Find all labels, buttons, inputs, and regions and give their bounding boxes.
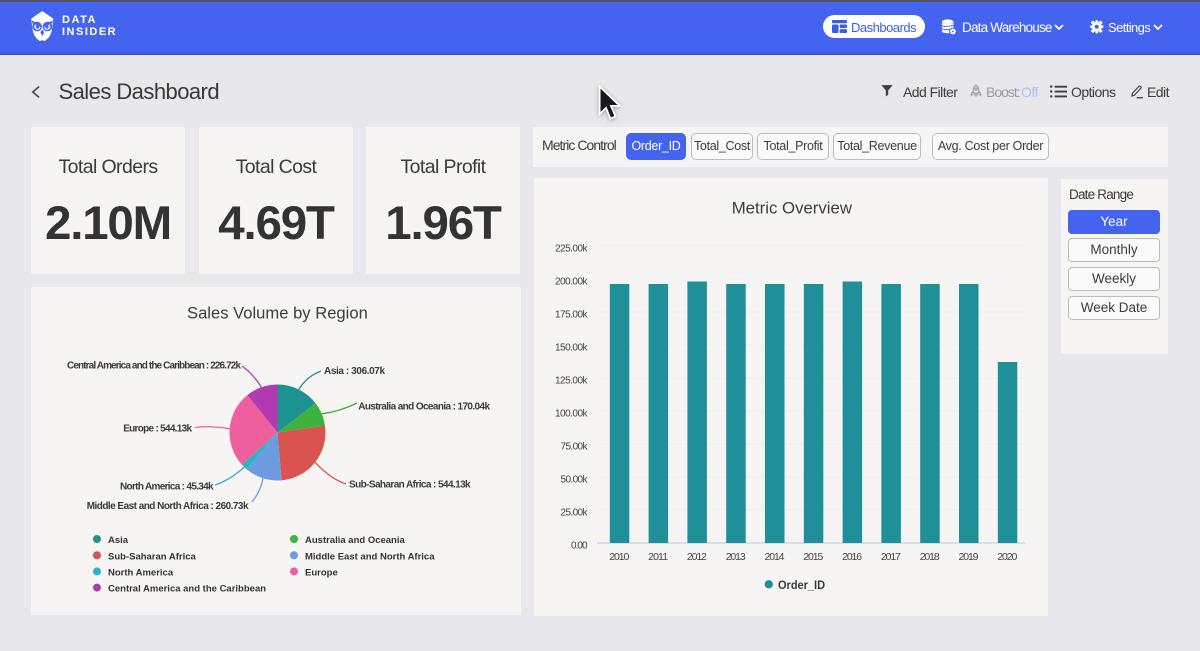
svg-text:2018: 2018	[920, 551, 940, 563]
svg-text:Asia : 306.07k: Asia : 306.07k	[324, 366, 385, 377]
svg-text:2010: 2010	[609, 551, 629, 563]
svg-text:North America: North America	[108, 567, 174, 578]
svg-text:Middle East and North Africa: Middle East and North Africa	[305, 551, 435, 562]
svg-text:Sub-Saharan Africa : 544.13k: Sub-Saharan Africa : 544.13k	[349, 480, 471, 491]
svg-text:Central America and the Caribb: Central America and the Caribbean : 226.…	[67, 361, 241, 372]
svg-text:2013: 2013	[726, 551, 746, 563]
svg-text:2015: 2015	[803, 551, 823, 563]
svg-text:175.00k: 175.00k	[555, 310, 589, 321]
svg-text:Europe : 544.13k: Europe : 544.13k	[123, 424, 192, 435]
svg-text:75.00k: 75.00k	[561, 442, 589, 453]
svg-text:Sub-Saharan Africa: Sub-Saharan Africa	[108, 551, 197, 562]
svg-text:100.00k: 100.00k	[555, 409, 589, 420]
svg-text:150.00k: 150.00k	[555, 343, 589, 354]
svg-text:0.00: 0.00	[571, 541, 588, 552]
svg-text:Asia: Asia	[108, 535, 129, 546]
svg-text:2016: 2016	[842, 551, 862, 563]
svg-text:125.00k: 125.00k	[555, 376, 589, 387]
svg-text:2012: 2012	[687, 551, 707, 563]
svg-text:2020: 2020	[997, 551, 1017, 563]
svg-text:25.00k: 25.00k	[561, 508, 589, 519]
svg-text:2019: 2019	[959, 551, 979, 563]
svg-text:Sales Volume by Region: Sales Volume by Region	[187, 304, 368, 323]
svg-text:2011: 2011	[648, 551, 668, 563]
svg-text:Middle East and North Africa :: Middle East and North Africa : 260.73k	[87, 501, 249, 512]
svg-text:Europe: Europe	[305, 567, 338, 578]
svg-text:Central America and the Caribb: Central America and the Caribbean	[108, 584, 266, 595]
svg-text:North America : 45.34k: North America : 45.34k	[120, 482, 214, 493]
svg-text:Metric Overview: Metric Overview	[732, 199, 853, 218]
svg-text:50.00k: 50.00k	[561, 475, 589, 486]
svg-text:200.00k: 200.00k	[555, 277, 589, 288]
svg-text:2014: 2014	[765, 551, 785, 563]
svg-text:2017: 2017	[881, 551, 901, 563]
svg-text:Australia and Oceania : 170.04: Australia and Oceania : 170.04k	[358, 402, 490, 413]
svg-text:Australia and Oceania: Australia and Oceania	[305, 535, 406, 546]
svg-text:225.00k: 225.00k	[555, 244, 589, 255]
svg-text:Order_ID: Order_ID	[778, 580, 825, 592]
